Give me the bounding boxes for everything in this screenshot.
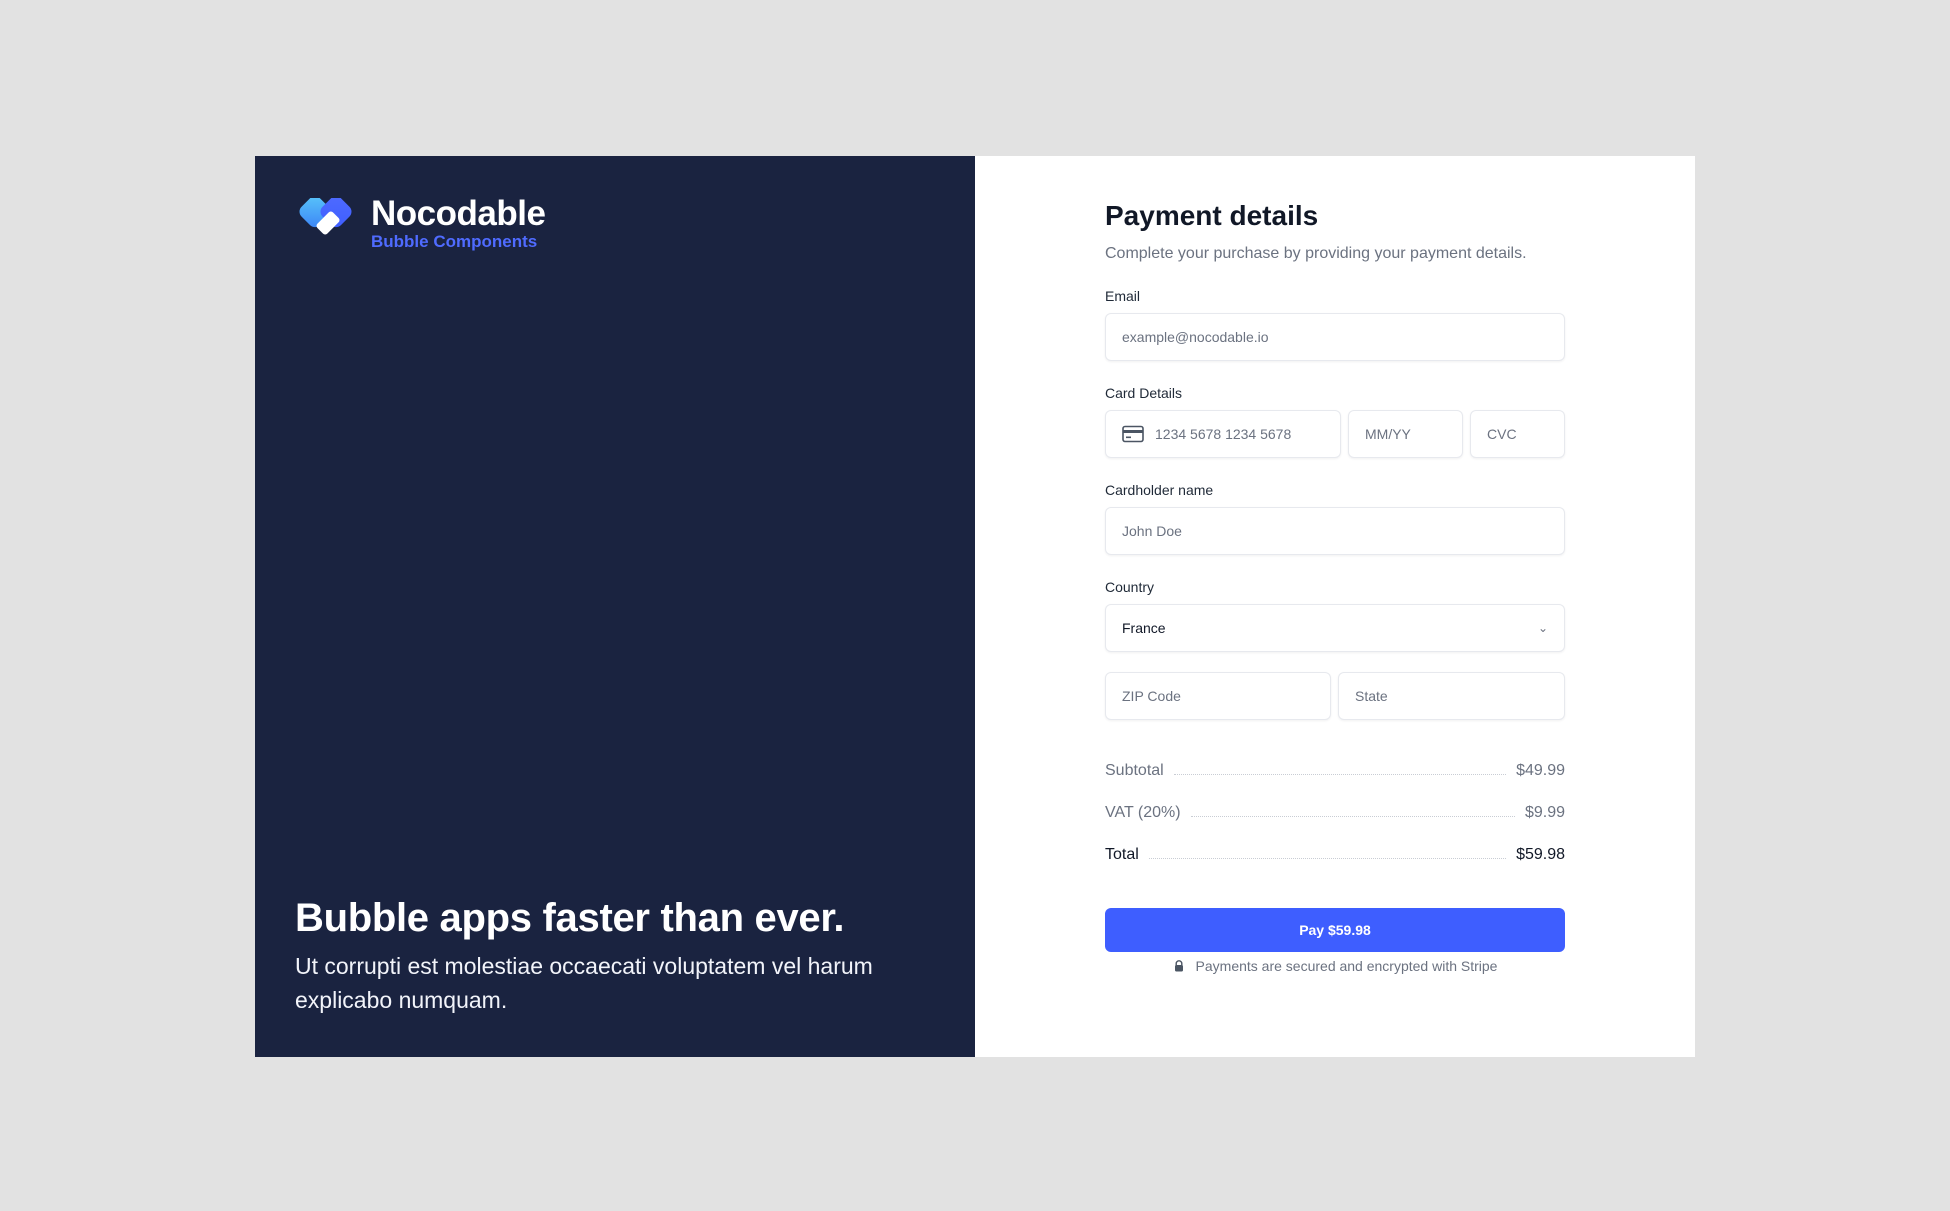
cardholder-label: Cardholder name <box>1105 482 1214 498</box>
hero-content: Bubble apps faster than ever. Ut corrupt… <box>295 896 955 1017</box>
state-field[interactable]: State <box>1338 672 1565 720</box>
hero-panel: Nocodable Bubble Components Bubble apps … <box>255 156 975 1057</box>
secure-note-text: Payments are secured and encrypted with … <box>1195 958 1498 974</box>
subtotal-row: Subtotal $49.99 <box>1105 750 1565 792</box>
payment-form: Payment details Complete your purchase b… <box>1105 198 1565 974</box>
total-row: Total $59.98 <box>1105 834 1565 876</box>
expiry-placeholder: MM/YY <box>1365 426 1411 442</box>
pay-button[interactable]: Pay $59.98 <box>1105 908 1565 952</box>
subtotal-value: $49.99 <box>1516 762 1565 779</box>
total-value: $59.98 <box>1516 846 1565 863</box>
vat-row: VAT (20%) $9.99 <box>1105 792 1565 834</box>
zip-placeholder: ZIP Code <box>1122 688 1181 704</box>
vat-value: $9.99 <box>1524 804 1565 821</box>
country-label: Country <box>1105 579 1155 595</box>
email-placeholder: example@nocodable.io <box>1122 329 1269 345</box>
cardholder-field[interactable]: John Doe <box>1105 507 1565 555</box>
page-subtitle: Complete your purchase by providing your… <box>1105 245 1527 262</box>
hero-text: Ut corrupti est molestiae occaecati volu… <box>295 953 873 1013</box>
credit-card-icon <box>1122 425 1144 443</box>
page-title: Payment details <box>1105 200 1319 231</box>
brand-name: Nocodable <box>371 194 546 233</box>
email-label: Email <box>1105 288 1141 304</box>
address-row: ZIP Code State <box>1105 672 1565 720</box>
email-field[interactable]: example@nocodable.io <box>1105 313 1565 361</box>
hero-title: Bubble apps faster than ever. <box>295 896 845 940</box>
state-placeholder: State <box>1355 688 1388 704</box>
expiry-field[interactable]: MM/YY <box>1348 410 1463 458</box>
total-label: Total <box>1105 846 1139 863</box>
vat-label: VAT (20%) <box>1105 804 1181 821</box>
card-details-label: Card Details <box>1105 385 1183 401</box>
card-number-placeholder: 1234 5678 1234 5678 <box>1155 426 1292 442</box>
chevron-down-icon: ⌄ <box>1537 621 1548 635</box>
order-summary: Subtotal $49.99 VAT (20%) $9.99 Total $5… <box>1105 750 1565 876</box>
payment-panel: Payment details Complete your purchase b… <box>975 156 1695 1057</box>
country-value: France <box>1122 620 1166 636</box>
checkout-card: Nocodable Bubble Components Bubble apps … <box>255 156 1695 1057</box>
card-number-field[interactable]: 1234 5678 1234 5678 <box>1105 410 1341 458</box>
brand-subtitle: Bubble Components <box>371 232 538 251</box>
country-select[interactable]: France ⌄ <box>1105 604 1565 652</box>
cvc-field[interactable]: CVC <box>1470 410 1565 458</box>
dotted-leader <box>1190 815 1515 817</box>
lock-icon <box>1174 960 1183 972</box>
dotted-leader <box>1173 773 1507 775</box>
card-details-row: 1234 5678 1234 5678 MM/YY CVC <box>1105 410 1565 458</box>
cardholder-placeholder: John Doe <box>1122 523 1182 539</box>
secure-note: Payments are secured and encrypted with … <box>1105 958 1565 974</box>
cvc-placeholder: CVC <box>1487 426 1517 442</box>
dotted-leader <box>1148 857 1507 859</box>
nocodable-logo-icon <box>299 198 352 235</box>
zip-code-field[interactable]: ZIP Code <box>1105 672 1331 720</box>
brand[interactable]: Nocodable Bubble Components <box>295 194 546 251</box>
subtotal-label: Subtotal <box>1105 762 1164 779</box>
